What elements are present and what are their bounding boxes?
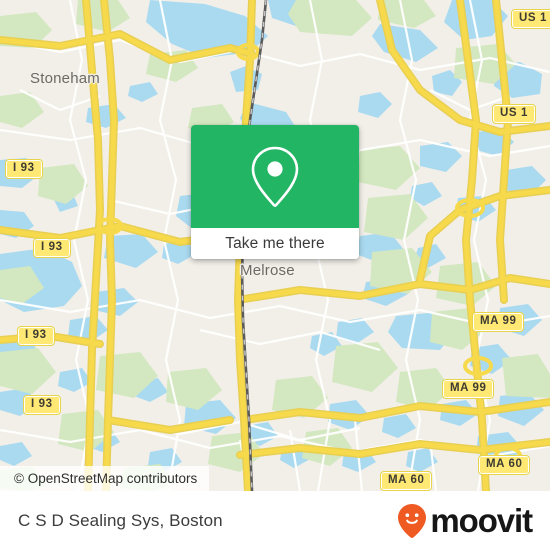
take-me-there-label: Take me there [225, 234, 325, 252]
place-title: C S D Sealing Sys, Boston [18, 510, 223, 530]
route-shield-i93-d: I 93 [23, 395, 61, 415]
route-shield-i93-a: I 93 [5, 159, 43, 179]
take-me-there-button[interactable]: Take me there [191, 228, 359, 259]
moovit-map-screen: Stoneham Melrose US 1 US 1 I 93 I 93 I 9… [0, 0, 550, 550]
route-shield-i93-c: I 93 [17, 326, 55, 346]
map-pin-icon [251, 146, 299, 207]
route-shield-us1: US 1 [492, 104, 536, 124]
route-shield-ma99-b: MA 99 [441, 379, 495, 399]
bottom-bar: C S D Sealing Sys, Boston moovit [0, 491, 550, 550]
route-shield-ma99-a: MA 99 [471, 312, 525, 332]
map-canvas[interactable]: Stoneham Melrose US 1 US 1 I 93 I 93 I 9… [0, 0, 550, 491]
poi-callout-card[interactable]: Take me there [191, 125, 359, 259]
route-shield-ma60-a: MA 60 [477, 455, 531, 475]
route-shield-us1-top: US 1 [511, 9, 550, 29]
map-attribution[interactable]: © OpenStreetMap contributors [0, 466, 210, 491]
moovit-wordmark: moovit [430, 502, 533, 539]
moovit-brand[interactable]: moovit [397, 502, 533, 539]
route-shield-i93-b: I 93 [33, 238, 71, 258]
moovit-smiley-pin-icon [398, 503, 427, 538]
route-shield-ma60-b: MA 60 [379, 471, 433, 491]
poi-card-header [191, 125, 359, 228]
attribution-text: © OpenStreetMap contributors [14, 471, 198, 486]
